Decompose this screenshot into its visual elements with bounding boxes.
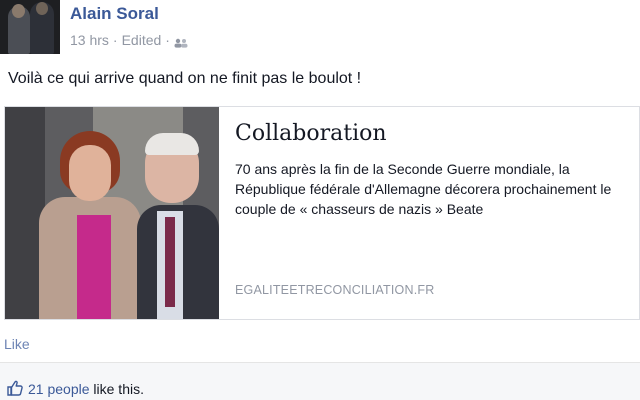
link-domain: EGALITEETRECONCILIATION.FR: [235, 283, 435, 297]
likes-summary: 21 people like this.: [0, 362, 640, 400]
post-text: Voilà ce qui arrive quand on ne finit pa…: [8, 70, 362, 87]
meta-separator: ·: [112, 32, 118, 48]
author-avatar[interactable]: [0, 0, 60, 54]
post-time[interactable]: 13 hrs: [70, 32, 109, 48]
link-description: 70 ans après la fin de la Seconde Guerre…: [235, 161, 612, 217]
friends-icon[interactable]: [174, 35, 188, 48]
edited-label[interactable]: Edited: [122, 32, 162, 48]
like-button[interactable]: Like: [4, 336, 30, 352]
likes-suffix: like this.: [93, 381, 144, 397]
link-title[interactable]: Collaboration: [235, 121, 387, 146]
link-preview-card[interactable]: Collaboration 70 ans après la fin de la …: [4, 106, 640, 320]
post-actions: Like: [0, 328, 640, 360]
post-header: Alain Soral 13 hrs · Edited ·: [0, 0, 640, 60]
thumbs-up-icon: [6, 379, 24, 397]
meta-separator-2: ·: [165, 32, 170, 48]
likes-count-link[interactable]: 21 people: [28, 381, 90, 397]
likes-text: 21 people like this.: [28, 381, 144, 397]
link-preview-image[interactable]: [5, 107, 219, 319]
post-meta: 13 hrs · Edited ·: [70, 32, 188, 48]
author-name[interactable]: Alain Soral: [70, 4, 159, 24]
